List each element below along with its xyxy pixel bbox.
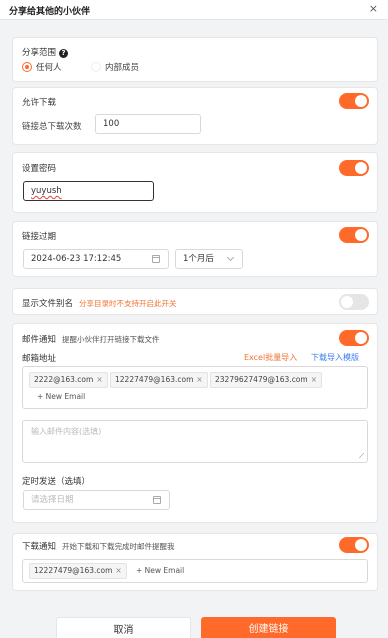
resize-handle-icon[interactable]: ⟋: [359, 452, 364, 461]
email-notify-label: 邮件通知: [22, 335, 57, 345]
email-tag: 12227479@163.com ×: [29, 563, 127, 579]
alias-label: 显示文件别名: [22, 299, 74, 309]
dialog-title: 分享给其他的小伙伴: [9, 7, 91, 17]
schedule-label: 定时发送（选填）: [22, 477, 91, 487]
alias-label-row: 显示文件别名 分享目录时不支持开启此开关: [22, 297, 177, 309]
scope-label-row: 分享范围?: [22, 46, 69, 58]
radio-anyone[interactable]: [22, 62, 32, 72]
download-notify-label: 下载通知: [22, 542, 57, 552]
expiry-duration-select[interactable]: 1个月后: [175, 249, 243, 269]
email-tag-text: 2222@163.com: [34, 375, 94, 384]
email-tag-text: 12227479@163.com: [34, 566, 113, 575]
chevron-down-icon: [226, 253, 235, 262]
password-card: 设置密码 yuyush: [12, 152, 378, 213]
password-toggle[interactable]: [339, 160, 369, 176]
email-notify-card: 邮件通知 提醒小伙伴打开链接下载文件 邮箱地址 Excel批量导入 下载导入模版 …: [12, 323, 378, 523]
expiry-datetime-value: 2024-06-23 17:12:45: [31, 254, 122, 264]
add-email-button[interactable]: + New Email: [37, 392, 85, 401]
download-limit-label: 链接总下载次数: [22, 122, 82, 132]
email-tag-text: 12227479@163.com: [115, 375, 194, 384]
schedule-date-input[interactable]: 请选择日期: [23, 490, 170, 510]
email-tag-box[interactable]: 2222@163.com × 12227479@163.com × 23279627…: [22, 366, 368, 409]
toggle-knob: [355, 229, 367, 241]
expiry-toggle[interactable]: [339, 227, 369, 243]
radio-internal-label: 内部成员: [105, 63, 140, 73]
download-toggle[interactable]: [339, 93, 369, 109]
alias-note: 分享目录时不支持开启此开关: [79, 299, 177, 308]
remove-icon[interactable]: ×: [311, 375, 317, 384]
email-content-textarea[interactable]: 输入邮件内容(选填) ⟋: [22, 420, 368, 463]
download-notify-toggle[interactable]: [339, 537, 369, 553]
excel-import-link[interactable]: Excel批量导入: [244, 352, 297, 363]
notify-email-tag-box[interactable]: 12227479@163.com × + New Email: [22, 559, 368, 583]
download-label: 允许下载: [22, 98, 57, 108]
email-tag: 12227479@163.com ×: [110, 372, 208, 388]
calendar-icon: [153, 496, 161, 504]
toggle-knob: [355, 162, 367, 174]
alias-card: 显示文件别名 分享目录时不支持开启此开关: [12, 288, 378, 315]
help-icon[interactable]: ?: [59, 49, 69, 58]
cancel-button[interactable]: 取消: [56, 617, 191, 638]
password-label: 设置密码: [22, 164, 57, 174]
email-notify-toggle[interactable]: [339, 330, 369, 346]
toggle-knob: [341, 296, 353, 308]
close-icon[interactable]: ×: [369, 2, 378, 15]
email-tag-text: 23279627479@163.com: [215, 375, 308, 384]
toggle-knob: [355, 332, 367, 344]
download-notify-card: 下载通知 开始下载和下载完成时邮件提醒我 12227479@163.com × + …: [12, 533, 378, 591]
expiry-duration-value: 1个月后: [183, 254, 214, 264]
toggle-knob: [355, 539, 367, 551]
remove-icon[interactable]: ×: [96, 375, 102, 384]
email-address-label: 邮箱地址: [22, 354, 57, 364]
password-input[interactable]: yuyush: [23, 181, 154, 201]
email-tag: 23279627479@163.com ×: [210, 372, 323, 388]
remove-icon[interactable]: ×: [115, 566, 121, 575]
download-notify-hint: 开始下载和下载完成时邮件提醒我: [62, 542, 175, 551]
radio-anyone-label: 任何人: [36, 63, 62, 73]
download-notify-label-row: 下载通知 开始下载和下载完成时邮件提醒我: [22, 540, 175, 552]
email-content-placeholder: 输入邮件内容(选填): [31, 427, 102, 436]
email-tag: 2222@163.com ×: [29, 372, 108, 388]
download-card: 允许下载 链接总下载次数 100: [12, 87, 378, 145]
scope-label: 分享范围: [22, 48, 57, 58]
add-email-button[interactable]: + New Email: [136, 566, 184, 575]
radio-internal[interactable]: [91, 62, 101, 72]
dialog-header: 分享给其他的小伙伴 ×: [0, 0, 388, 20]
email-notify-hint: 提醒小伙伴打开链接下载文件: [62, 335, 160, 344]
remove-icon[interactable]: ×: [196, 375, 202, 384]
scope-card: 分享范围? 任何人 内部成员: [12, 37, 378, 82]
download-limit-input[interactable]: 100: [95, 114, 201, 134]
expiry-label: 链接过期: [22, 232, 57, 242]
email-notify-label-row: 邮件通知 提醒小伙伴打开链接下载文件: [22, 333, 160, 345]
schedule-date-placeholder: 请选择日期: [31, 495, 74, 505]
expiry-datetime-input[interactable]: 2024-06-23 17:12:45: [23, 249, 169, 269]
alias-toggle[interactable]: [339, 294, 369, 310]
toggle-knob: [355, 95, 367, 107]
expiry-card: 链接过期 2024-06-23 17:12:45 1个月后: [12, 221, 378, 277]
calendar-icon: [152, 255, 160, 263]
download-template-link[interactable]: 下载导入模版: [311, 352, 359, 363]
create-link-button[interactable]: 创建链接: [201, 617, 336, 638]
